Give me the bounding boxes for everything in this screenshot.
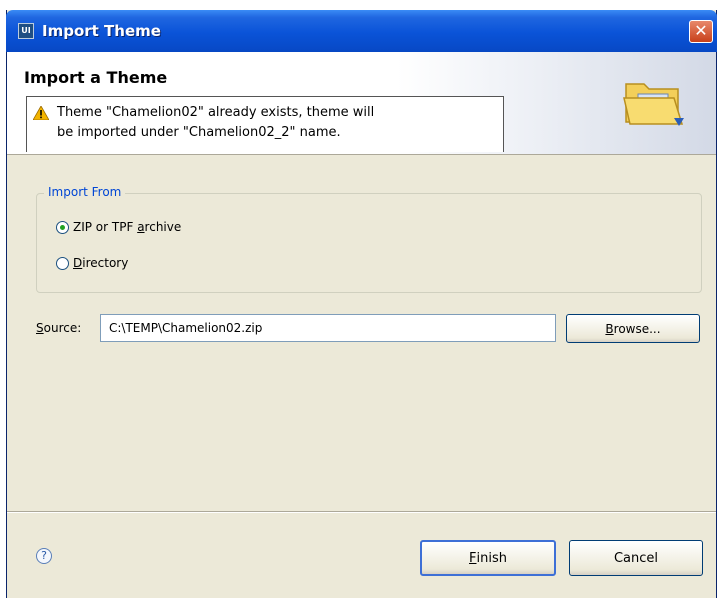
directory-label: Directory bbox=[73, 256, 129, 270]
app-icon: UI bbox=[18, 23, 34, 39]
warning-line-1: Theme "Chamelion02" already exists, them… bbox=[57, 105, 375, 120]
source-label: Source: bbox=[36, 321, 82, 335]
wizard-banner: Import a Theme Theme "Chamelion02" alrea… bbox=[7, 52, 716, 155]
directory-radio[interactable]: Directory bbox=[56, 253, 128, 273]
radio-button-unchecked[interactable] bbox=[56, 256, 69, 270]
warning-message: Theme "Chamelion02" already exists, them… bbox=[26, 96, 504, 152]
title-bar[interactable]: UI Import Theme ✕ bbox=[6, 10, 717, 52]
warning-text: Theme "Chamelion02" already exists, them… bbox=[57, 103, 497, 143]
radio-button-checked[interactable] bbox=[56, 220, 69, 234]
import-from-group bbox=[36, 193, 702, 293]
import-from-label: Import From bbox=[44, 185, 126, 199]
footer-separator bbox=[7, 511, 716, 513]
help-icon[interactable]: ? bbox=[36, 548, 52, 564]
cancel-button[interactable]: Cancel bbox=[569, 540, 703, 576]
finish-button[interactable]: Finish bbox=[420, 540, 556, 576]
source-path-input[interactable] bbox=[100, 314, 556, 342]
zip-archive-label: ZIP or TPF archive bbox=[73, 220, 182, 234]
warning-line-2: be imported under "Chamelion02_2" name. bbox=[57, 125, 341, 140]
page-title: Import a Theme bbox=[24, 68, 168, 87]
zip-archive-radio[interactable]: ZIP or TPF archive bbox=[56, 217, 181, 237]
window-title: Import Theme bbox=[42, 22, 161, 40]
browse-button[interactable]: Browse... bbox=[566, 314, 700, 343]
close-button[interactable]: ✕ bbox=[689, 20, 713, 43]
folder-icon bbox=[623, 83, 684, 126]
warning-triangle-icon bbox=[33, 106, 49, 120]
